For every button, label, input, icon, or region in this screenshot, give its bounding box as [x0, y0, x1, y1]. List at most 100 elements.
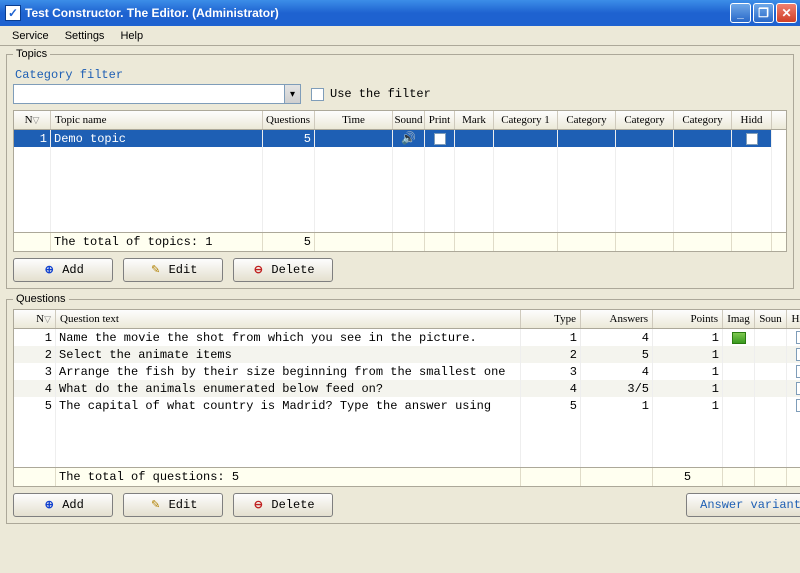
cell-answers: 1 [581, 397, 653, 414]
col-hidden[interactable]: Hidd [787, 310, 800, 328]
delete-icon: ⊖ [251, 498, 265, 512]
table-row[interactable]: 4What do the animals enumerated below fe… [14, 380, 800, 397]
col-answers[interactable]: Answers [581, 310, 653, 328]
cell-sound: 🔊 [393, 130, 425, 147]
window-title: Test Constructor. The Editor. (Administr… [25, 6, 279, 20]
col-sound[interactable]: Soun [755, 310, 787, 328]
topics-edit-button[interactable]: ✎Edit [123, 258, 223, 282]
cell-sound [755, 329, 787, 346]
topics-group: Topics Category filter Use the filter N … [6, 48, 794, 289]
col-sound[interactable]: Sound [393, 111, 425, 129]
use-filter-checkbox[interactable]: Use the filter [311, 87, 431, 101]
topics-total-label: The total of topics: 1 [51, 233, 263, 251]
cell-n: 4 [14, 380, 56, 397]
questions-edit-button[interactable]: ✎Edit [123, 493, 223, 517]
cell-sound [755, 397, 787, 414]
edit-icon: ✎ [149, 263, 163, 277]
col-cat3[interactable]: Category [616, 111, 674, 129]
cell-sound [755, 363, 787, 380]
col-time[interactable]: Time [315, 111, 393, 129]
table-row[interactable]: 5The capital of what country is Madrid? … [14, 397, 800, 414]
topics-table: N Topic name Questions Time Sound Print … [13, 110, 787, 252]
questions-table: N Question text Type Answers Points Imag… [13, 309, 800, 487]
table-row[interactable]: 1 Demo topic 5 🔊 [14, 130, 786, 147]
cell-answers: 3/5 [581, 380, 653, 397]
cell-questions: 5 [263, 130, 315, 147]
minimize-button[interactable]: _ [730, 3, 751, 23]
col-mark[interactable]: Mark [455, 111, 494, 129]
cell-hidden [787, 397, 800, 414]
col-hidden[interactable]: Hidd [732, 111, 772, 129]
cell-hidden [787, 380, 800, 397]
cell-type: 1 [521, 329, 581, 346]
cell-points: 1 [653, 329, 723, 346]
questions-total-label: The total of questions: 5 [56, 468, 521, 486]
chevron-down-icon[interactable] [284, 85, 300, 103]
col-print[interactable]: Print [425, 111, 455, 129]
app-icon: ✓ [5, 5, 21, 21]
cell-image [723, 380, 755, 397]
questions-group: Questions N Question text Type Answers P… [6, 293, 800, 524]
cell-n: 1 [14, 130, 51, 147]
cell-text: Select the animate items [56, 346, 521, 363]
cell-hidden [787, 346, 800, 363]
answer-variants-button[interactable]: Answer variants [686, 493, 800, 517]
cell-n: 1 [14, 329, 56, 346]
topics-delete-button[interactable]: ⊖Delete [233, 258, 333, 282]
cell-image [723, 397, 755, 414]
menu-settings[interactable]: Settings [57, 28, 113, 44]
col-n[interactable]: N [14, 111, 51, 129]
cell-sound [755, 346, 787, 363]
col-text[interactable]: Question text [56, 310, 521, 328]
maximize-button[interactable]: ❐ [753, 3, 774, 23]
topics-header: N Topic name Questions Time Sound Print … [14, 111, 786, 130]
cell-answers: 4 [581, 329, 653, 346]
col-cat1[interactable]: Category 1 [494, 111, 558, 129]
col-cat4[interactable]: Category [674, 111, 732, 129]
delete-icon: ⊖ [251, 263, 265, 277]
cell-text: Name the movie the shot from which you s… [56, 329, 521, 346]
cell-time [315, 130, 393, 147]
cell-mark [455, 130, 494, 147]
cell-points: 1 [653, 363, 723, 380]
cell-hidden [732, 130, 772, 147]
menu-service[interactable]: Service [4, 28, 57, 44]
close-button[interactable]: ✕ [776, 3, 797, 23]
col-name[interactable]: Topic name [51, 111, 263, 129]
cell-hidden [787, 329, 800, 346]
col-image[interactable]: Imag [723, 310, 755, 328]
cell-points: 1 [653, 346, 723, 363]
category-filter-combo[interactable] [13, 84, 301, 104]
questions-footer: The total of questions: 5 5 [14, 467, 800, 486]
cell-text: The capital of what country is Madrid? T… [56, 397, 521, 414]
cell-image [723, 346, 755, 363]
cell-answers: 5 [581, 346, 653, 363]
col-n[interactable]: N [14, 310, 56, 328]
cell-text: What do the animals enumerated below fee… [56, 380, 521, 397]
questions-delete-button[interactable]: ⊖Delete [233, 493, 333, 517]
questions-total-points: 5 [653, 468, 723, 486]
col-points[interactable]: Points [653, 310, 723, 328]
category-filter-label: Category filter [15, 68, 787, 82]
topics-footer: The total of topics: 1 5 [14, 232, 786, 251]
checkbox-icon [311, 88, 324, 101]
topics-legend: Topics [13, 48, 50, 60]
cell-cat2 [558, 130, 616, 147]
cell-image [723, 363, 755, 380]
cell-answers: 4 [581, 363, 653, 380]
col-questions[interactable]: Questions [263, 111, 315, 129]
menu-help[interactable]: Help [112, 28, 151, 44]
image-icon [732, 332, 746, 344]
cell-type: 2 [521, 346, 581, 363]
cell-type: 4 [521, 380, 581, 397]
titlebar: ✓ Test Constructor. The Editor. (Adminis… [0, 0, 800, 26]
cell-points: 1 [653, 397, 723, 414]
cell-text: Arrange the fish by their size beginning… [56, 363, 521, 380]
topics-add-button[interactable]: ⊕Add [13, 258, 113, 282]
col-cat2[interactable]: Category [558, 111, 616, 129]
table-row[interactable]: 1Name the movie the shot from which you … [14, 329, 800, 346]
col-type[interactable]: Type [521, 310, 581, 328]
table-row[interactable]: 2Select the animate items251 [14, 346, 800, 363]
table-row[interactable]: 3Arrange the fish by their size beginnin… [14, 363, 800, 380]
questions-add-button[interactable]: ⊕Add [13, 493, 113, 517]
